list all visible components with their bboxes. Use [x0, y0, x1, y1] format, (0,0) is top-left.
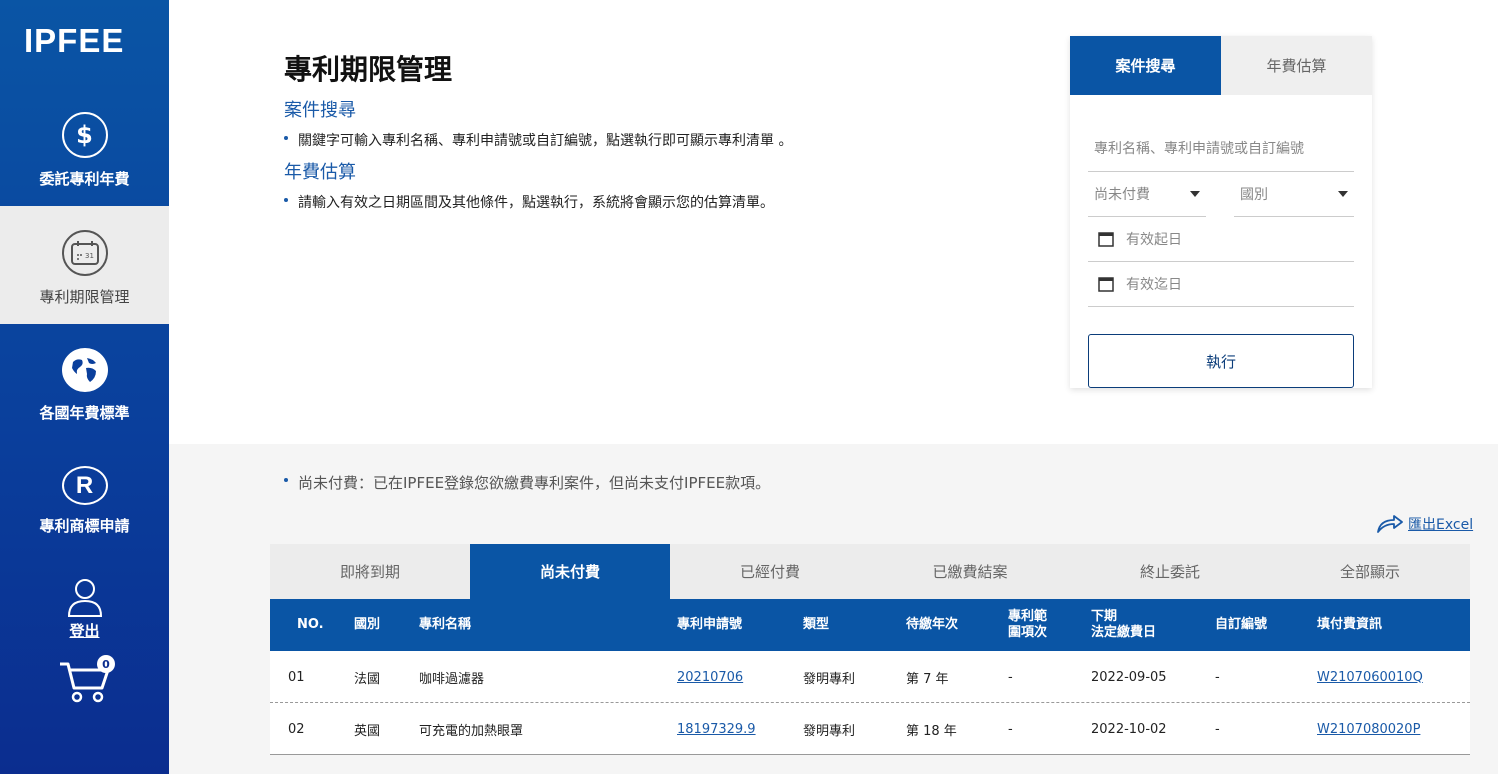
end-date-placeholder: 有效迄日 — [1126, 277, 1182, 293]
cell-no: 01 — [288, 669, 305, 685]
cell-name: 咖啡過濾器 — [419, 671, 485, 687]
cell-app-no-link[interactable]: 18197329.9 — [677, 703, 756, 755]
cell-due: 2022-10-02 — [1091, 721, 1167, 737]
col-custom: 自訂編號 — [1215, 617, 1268, 632]
col-type: 類型 — [803, 617, 830, 632]
col-scope: 專利範 圍項次 — [1008, 599, 1047, 651]
tab-unpaid[interactable]: 尚未付費 — [470, 544, 670, 599]
cell-payment-link[interactable]: W2107080020P — [1317, 703, 1420, 755]
search-description: 關鍵字可輸入專利名稱、專利申請號或自訂編號，點選執行即可顯示專利清單 。 — [284, 130, 792, 150]
col-due-line2: 法定繳費日 — [1091, 625, 1157, 640]
col-due-line1: 下期 — [1091, 609, 1118, 624]
cell-due: 2022-09-05 — [1091, 669, 1167, 685]
status-select[interactable]: 尚未付費 — [1088, 172, 1206, 217]
registered-icon: R — [61, 466, 108, 505]
logout-label: 登出 — [69, 622, 100, 640]
col-app-no: 專利申請號 — [677, 617, 743, 632]
cell-year: 第 7 年 — [906, 671, 949, 687]
export-excel-label: 匯出Excel — [1408, 517, 1474, 533]
chevron-down-icon — [1338, 191, 1348, 197]
cell-scope: - — [1008, 669, 1013, 685]
country-select-value: 國別 — [1240, 187, 1268, 203]
tab-fee-estimate[interactable]: 年費估算 — [1221, 36, 1372, 95]
cell-country: 法國 — [354, 671, 381, 687]
sidebar-item-commission-fee[interactable]: $ 委託專利年費 — [0, 112, 169, 206]
page-title: 專利期限管理 — [284, 53, 453, 86]
calendar-icon: 31 — [61, 230, 108, 276]
cell-app-no-link[interactable]: 20210706 — [677, 651, 743, 703]
search-section-title: 案件搜尋 — [284, 100, 356, 121]
cell-custom: - — [1215, 721, 1220, 737]
tab-closed[interactable]: 已繳費結案 — [870, 544, 1070, 599]
sidebar-item-label: 各國年費標準 — [39, 404, 130, 422]
execute-button[interactable]: 執行 — [1088, 334, 1354, 388]
col-year: 待繳年次 — [906, 617, 959, 632]
sidebar-item-label: 專利期限管理 — [39, 288, 130, 306]
chevron-down-icon — [1190, 191, 1200, 197]
cell-year: 第 18 年 — [906, 723, 957, 739]
search-panel: 案件搜尋 年費估算 專利名稱、專利申請號或自訂編號 尚未付費 國別 有效起日 有… — [1070, 36, 1372, 388]
tab-terminated[interactable]: 終止委託 — [1070, 544, 1270, 599]
col-country: 國別 — [354, 617, 381, 632]
cell-payment-link[interactable]: W2107060010Q — [1317, 651, 1423, 703]
col-name: 專利名稱 — [419, 617, 472, 632]
tab-show-all[interactable]: 全部顯示 — [1270, 544, 1470, 599]
col-scope-line2: 圍項次 — [1008, 625, 1048, 640]
start-date-input[interactable]: 有效起日 — [1088, 217, 1354, 262]
globe-icon — [61, 348, 108, 392]
start-date-placeholder: 有效起日 — [1126, 232, 1182, 248]
status-tabs: 即將到期 尚未付費 已經付費 已繳費結案 終止委託 全部顯示 — [270, 544, 1470, 599]
sidebar-item-label: 委託專利年費 — [39, 170, 130, 188]
table-row: 01 法國 咖啡過濾器 20210706 發明專利 第 7 年 - 2022-0… — [270, 651, 1470, 703]
logout-button[interactable]: 登出 — [0, 578, 169, 641]
col-scope-line1: 專利範 — [1008, 609, 1048, 624]
cell-country: 英國 — [354, 723, 381, 739]
cell-type: 發明專利 — [803, 723, 856, 739]
estimate-section-title: 年費估算 — [284, 162, 356, 183]
tab-paid[interactable]: 已經付費 — [670, 544, 870, 599]
logo[interactable]: IPFEE — [24, 22, 124, 60]
col-payment: 填付費資訊 — [1317, 617, 1383, 632]
calendar-icon — [1098, 232, 1114, 247]
export-excel-link[interactable]: 匯出Excel — [1376, 514, 1473, 534]
table-header: NO. 國別 專利名稱 專利申請號 類型 待繳年次 專利範 圍項次 下期 法定繳… — [270, 599, 1470, 651]
share-arrow-icon — [1377, 515, 1403, 533]
cart-count-badge: 0 — [97, 655, 115, 673]
status-note: 尚未付費：已在IPFEE登錄您欲繳費專利案件，但尚未支付IPFEE款項。 — [284, 472, 770, 493]
sidebar: IPFEE $ 委託專利年費 31 專利期限管理 各國年費標準 R 專利商標申請… — [0, 0, 169, 774]
cell-no: 02 — [288, 721, 305, 737]
country-select[interactable]: 國別 — [1234, 172, 1354, 217]
calendar-icon — [1098, 277, 1114, 292]
keyword-input[interactable]: 專利名稱、專利申請號或自訂編號 — [1088, 124, 1354, 172]
keyword-placeholder: 專利名稱、專利申請號或自訂編號 — [1094, 140, 1304, 157]
tab-expiring[interactable]: 即將到期 — [270, 544, 470, 599]
dollar-icon: $ — [61, 112, 108, 158]
sidebar-item-country-standards[interactable]: 各國年費標準 — [0, 348, 169, 422]
cell-type: 發明專利 — [803, 671, 856, 687]
cell-scope: - — [1008, 721, 1013, 737]
tab-case-search[interactable]: 案件搜尋 — [1070, 36, 1221, 95]
table-row: 02 英國 可充電的加熱眼罩 18197329.9 發明專利 第 18 年 - … — [270, 703, 1470, 755]
estimate-description: 請輸入有效之日期區間及其他條件，點選執行，系統將會顯示您的估算清單。 — [284, 192, 774, 212]
col-no: NO. — [297, 617, 324, 632]
svg-text:31: 31 — [85, 252, 94, 260]
sidebar-item-application[interactable]: R 專利商標申請 — [0, 466, 169, 536]
cell-name: 可充電的加熱眼罩 — [419, 723, 524, 739]
sidebar-item-deadline-management[interactable]: 31 專利期限管理 — [0, 206, 169, 324]
status-select-value: 尚未付費 — [1094, 187, 1150, 203]
user-icon — [67, 579, 102, 617]
cell-custom: - — [1215, 669, 1220, 685]
col-due: 下期 法定繳費日 — [1091, 599, 1156, 651]
end-date-input[interactable]: 有效迄日 — [1088, 262, 1354, 307]
sidebar-item-label: 專利商標申請 — [39, 517, 130, 535]
